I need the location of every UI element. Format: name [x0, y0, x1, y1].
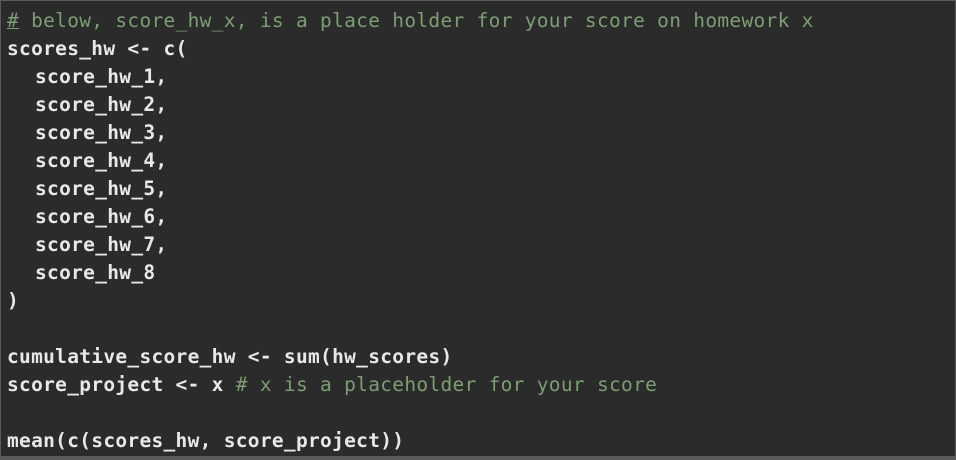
project-comment: # x is a placeholder for your score [235, 373, 658, 396]
code-line-mean: mean(c(scores_hw, score_project)) [7, 429, 405, 452]
hw-item: score_hw_8 [35, 261, 156, 284]
comment-text: below, score_hw_x, is a place holder for… [19, 9, 814, 32]
project-code: score_project <- x [7, 373, 236, 396]
hw-item: score_hw_4, [35, 149, 168, 172]
code-line-hw-2: score_hw_2, [7, 91, 955, 119]
hw-item: score_hw_3, [35, 121, 168, 144]
code-line-hw-4: score_hw_4, [7, 147, 955, 175]
code-editor[interactable]: # below, score_hw_x, is a place holder f… [0, 0, 956, 460]
code-line-hw-5: score_hw_5, [7, 175, 955, 203]
code-line-hw-8: score_hw_8 [7, 259, 955, 287]
hw-item: score_hw_5, [35, 177, 168, 200]
code-line-hw-3: score_hw_3, [7, 119, 955, 147]
comment-hash: # [7, 9, 20, 32]
code-line-project: score_project <- x # x is a placeholder … [7, 371, 955, 399]
code-line-1: # below, score_hw_x, is a place holder f… [7, 7, 955, 35]
code-line-close-paren: ) [7, 289, 20, 312]
code-line-hw-7: score_hw_7, [7, 231, 955, 259]
code-line-hw-6: score_hw_6, [7, 203, 955, 231]
code-line-2: scores_hw <- c( [7, 37, 188, 60]
code-line-hw-1: score_hw_1, [7, 63, 955, 91]
hw-item: score_hw_6, [35, 205, 168, 228]
hw-item: score_hw_7, [35, 233, 168, 256]
code-line-blank-1 [7, 315, 955, 343]
code-line-cumulative: cumulative_score_hw <- sum(hw_scores) [7, 345, 453, 368]
hw-item: score_hw_2, [35, 93, 168, 116]
hw-item: score_hw_1, [35, 65, 168, 88]
code-line-blank-2 [7, 399, 955, 427]
